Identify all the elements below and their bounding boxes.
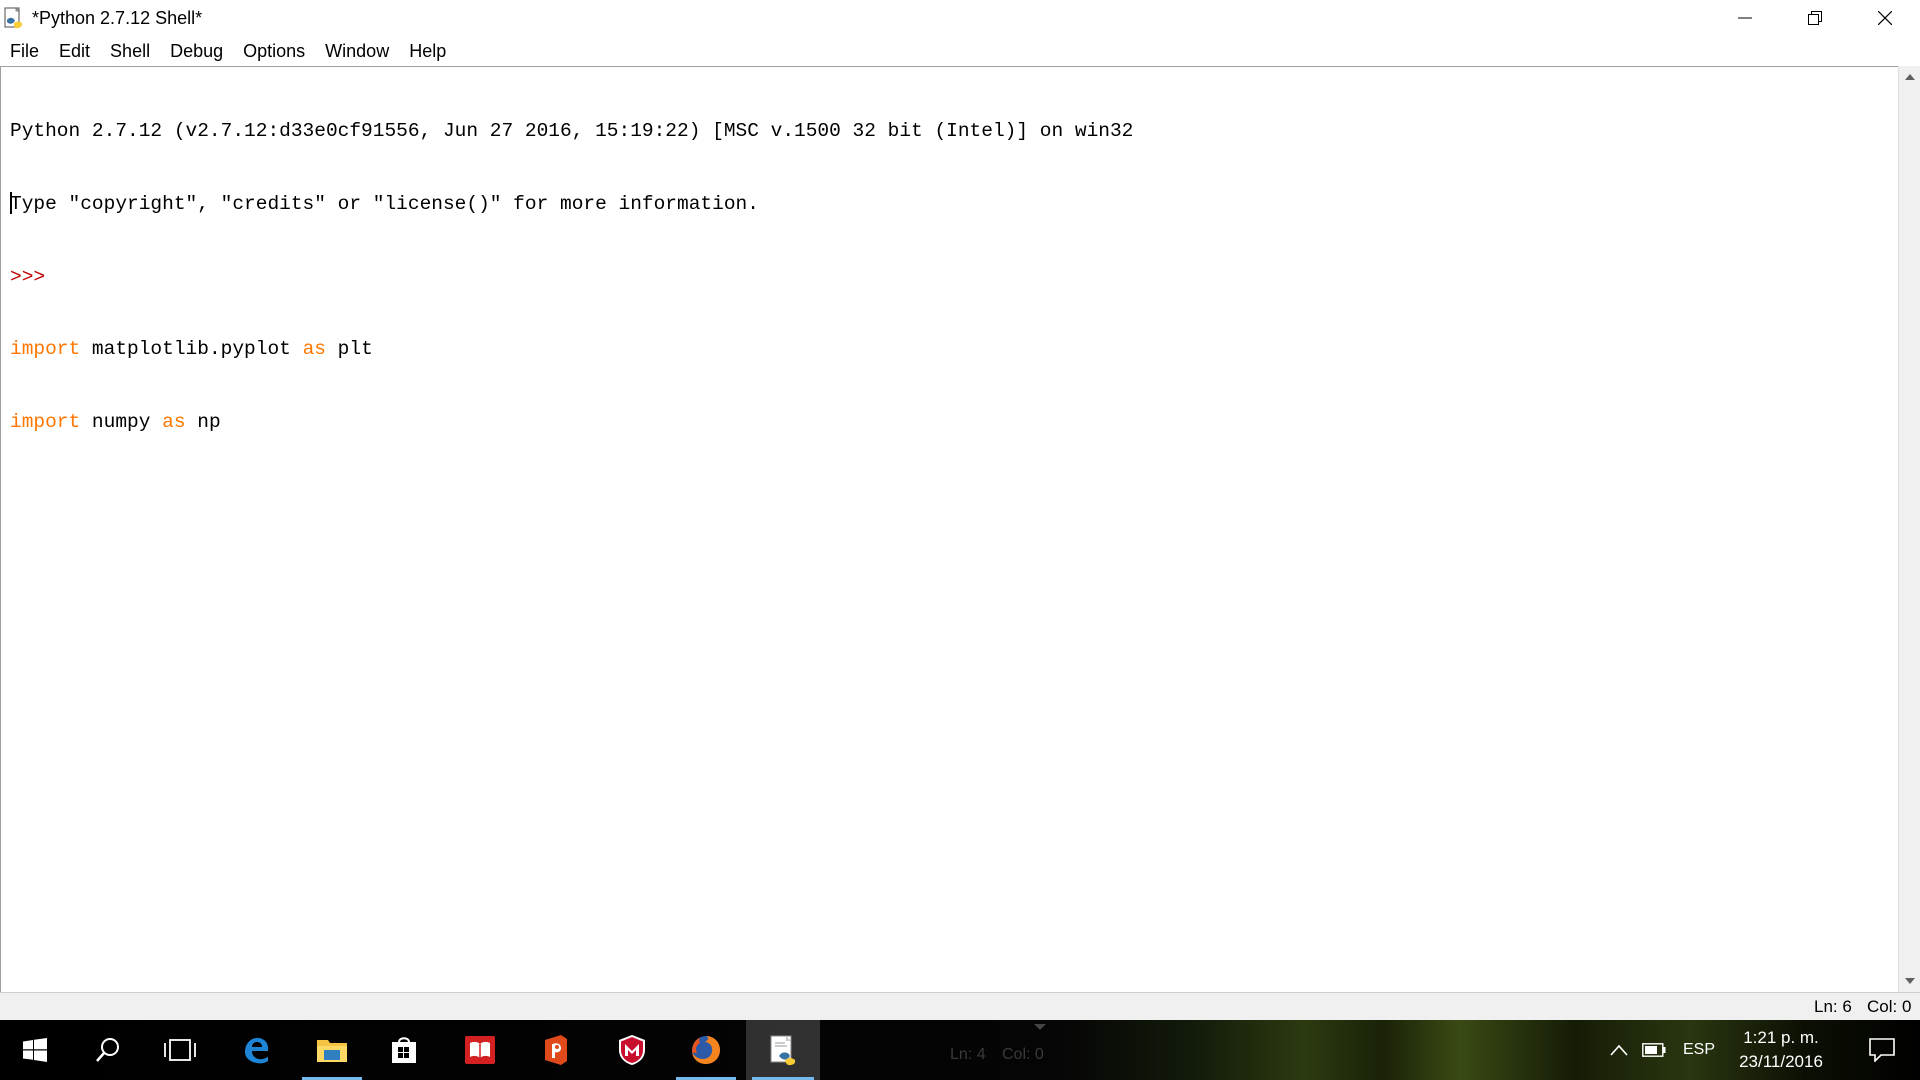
scroll-up-button[interactable] xyxy=(1899,66,1920,88)
restore-icon xyxy=(1808,11,1822,25)
python-idle-icon xyxy=(770,1035,796,1066)
windows-taskbar: Ln: 4 Col: 0 ESP 1:21 p. m. 23/11/2016 xyxy=(0,1020,1920,1080)
show-hidden-icons-button[interactable] xyxy=(1604,1020,1634,1080)
background-status-line: Ln: 4 xyxy=(950,1046,986,1063)
notification-icon xyxy=(1869,1038,1895,1062)
input-language-button[interactable]: ESP xyxy=(1676,1020,1722,1080)
shell-text-area[interactable]: Python 2.7.12 (v2.7.12:d33e0cf91556, Jun… xyxy=(0,66,1898,992)
menu-bar: File Edit Shell Debug Options Window Hel… xyxy=(0,36,1920,66)
mcafee-icon xyxy=(619,1035,645,1065)
module-name: numpy xyxy=(80,410,163,433)
module-name: matplotlib.pyplot xyxy=(80,338,303,361)
clock-date: 23/11/2016 xyxy=(1739,1052,1823,1071)
close-icon xyxy=(1878,11,1892,25)
menu-shell[interactable]: Shell xyxy=(100,38,160,64)
taskbar-firefox[interactable] xyxy=(670,1020,742,1080)
chevron-up-icon xyxy=(1610,1044,1628,1056)
menu-help[interactable]: Help xyxy=(399,38,456,64)
windows-start-icon xyxy=(23,1038,47,1062)
status-column-number: Col: 0 xyxy=(1867,997,1912,1016)
module-alias: np xyxy=(185,410,221,433)
start-button[interactable] xyxy=(0,1020,70,1080)
office-icon xyxy=(545,1035,567,1065)
background-status-column: Col: 0 xyxy=(1002,1046,1044,1063)
keyword-import: import xyxy=(10,410,81,433)
menu-window[interactable]: Window xyxy=(315,38,399,64)
menu-debug[interactable]: Debug xyxy=(160,38,233,64)
edge-icon xyxy=(245,1037,269,1064)
taskbar-python-idle[interactable] xyxy=(746,1020,820,1080)
close-button[interactable] xyxy=(1850,0,1920,36)
menu-options[interactable]: Options xyxy=(233,38,315,64)
taskbar-file-explorer[interactable] xyxy=(296,1020,368,1080)
keyword-as: as xyxy=(162,410,186,433)
input-language: ESP xyxy=(1682,1041,1715,1058)
arrow-down-icon xyxy=(1904,978,1915,984)
window-title: *Python 2.7.12 Shell* xyxy=(32,8,203,28)
task-view-button[interactable] xyxy=(144,1020,216,1080)
code-line-1: import matplotlib.pyplot as plt xyxy=(10,337,1133,361)
menu-edit[interactable]: Edit xyxy=(49,38,100,64)
restore-button[interactable] xyxy=(1780,0,1850,36)
store-icon xyxy=(392,1037,416,1063)
banner-line-1: Python 2.7.12 (v2.7.12:d33e0cf91556, Jun… xyxy=(10,120,1134,143)
firefox-icon xyxy=(692,1036,720,1064)
search-button[interactable] xyxy=(72,1020,144,1080)
taskbar-store[interactable] xyxy=(368,1020,440,1080)
keyword-import: import xyxy=(10,338,81,361)
file-explorer-icon xyxy=(317,1040,347,1062)
code-line-2: import numpy as np xyxy=(10,410,1133,434)
clock-button[interactable]: 1:21 p. m. 23/11/2016 xyxy=(1722,1026,1840,1074)
vertical-scrollbar[interactable] xyxy=(1898,66,1920,992)
taskbar-mcafee[interactable] xyxy=(596,1020,668,1080)
python-idle-icon[interactable] xyxy=(2,6,26,30)
title-bar: *Python 2.7.12 Shell* xyxy=(0,0,1920,36)
minimize-button[interactable] xyxy=(1710,0,1780,36)
clock-time: 1:21 p. m. xyxy=(1743,1028,1819,1047)
status-bar: Ln: 6 Col: 0 xyxy=(0,992,1920,1020)
shell-prompt: >>> xyxy=(10,265,46,288)
minimize-icon xyxy=(1738,17,1752,19)
chevron-down-icon xyxy=(1034,1024,1046,1030)
taskbar-reader[interactable] xyxy=(444,1020,516,1080)
reader-icon xyxy=(465,1036,495,1064)
battery-icon xyxy=(1642,1043,1666,1057)
battery-button[interactable] xyxy=(1638,1020,1670,1080)
keyword-as: as xyxy=(302,338,326,361)
taskbar-edge[interactable] xyxy=(220,1020,292,1080)
search-icon xyxy=(96,1038,119,1062)
module-alias: plt xyxy=(325,338,373,361)
text-cursor xyxy=(10,192,12,214)
arrow-up-icon xyxy=(1904,74,1915,80)
taskbar-office[interactable] xyxy=(520,1020,592,1080)
idle-shell-window: *Python 2.7.12 Shell* File Edit Shell De… xyxy=(0,0,1920,1080)
scroll-down-button[interactable] xyxy=(1899,970,1920,992)
action-center-button[interactable] xyxy=(1852,1020,1912,1080)
scrollbar-thumb[interactable] xyxy=(1902,90,1917,966)
status-line-number: Ln: 6 xyxy=(1814,997,1852,1016)
banner-line-2: Type "copyright", "credits" or "license(… xyxy=(10,193,759,215)
menu-file[interactable]: File xyxy=(2,38,49,64)
task-view-icon xyxy=(164,1039,196,1061)
